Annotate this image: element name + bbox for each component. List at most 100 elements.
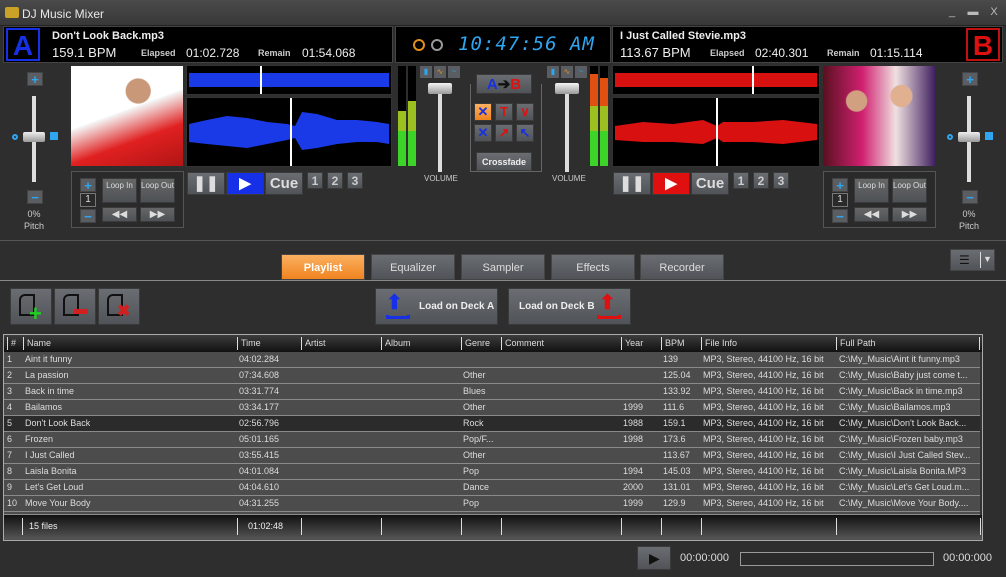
deck-a-overview-waveform[interactable] [186,65,392,95]
pitch-slider-handle[interactable] [23,132,45,142]
close-button[interactable]: X [986,5,1002,19]
load-deck-a-button[interactable]: ⬆ Load on Deck A [375,288,498,325]
eq-bars-icon[interactable]: ▮ [420,66,432,78]
crossfade-curve-arrow-up-icon[interactable]: ↗ [495,124,513,142]
load-deck-b-button[interactable]: Load on Deck B ⬆ [508,288,631,325]
pitch-slider-handle[interactable] [958,132,980,142]
table-row[interactable]: 5 Don't Look Back 02:56.796 Rock 1988 159.1 MP… [4,416,981,432]
loop-count-down-button[interactable]: − [832,209,848,224]
deck-b-hotcue-1[interactable]: 1 [733,172,749,189]
pitch-down-button[interactable]: − [27,190,43,205]
preview-play-button[interactable]: ▶ [637,546,671,570]
tab-recorder[interactable]: Recorder [640,254,724,280]
row-genre: Pop [463,466,480,476]
deck-b-zoom-waveform[interactable] [612,97,820,167]
deck-b-pause-button[interactable]: ❚❚ [613,172,651,195]
timer-icon[interactable] [413,39,425,51]
loop-out-button[interactable]: Loop Out [140,178,175,203]
sine-wave-icon[interactable]: ~ [575,66,587,78]
column-header-comment[interactable]: Comment [501,337,621,350]
crossfade-curve-t-icon[interactable]: T [495,103,513,121]
pitch-up-button[interactable]: + [27,72,43,87]
vertical-scrollbar[interactable] [980,352,982,515]
crossfade-button[interactable]: Crossfade [476,152,532,171]
loop-count-up-button[interactable]: + [832,178,848,193]
rewind-button[interactable]: ◀◀ [854,207,889,222]
loop-count-up-button[interactable]: + [80,178,96,193]
table-row[interactable]: 9 Let's Get Loud 04:04.610 Dance 2000 131.01 M… [4,480,981,496]
deck-a-hotcue-1[interactable]: 1 [307,172,323,189]
deck-a-play-button[interactable]: ▶ [226,172,264,195]
volume-slider-track[interactable] [565,86,569,172]
remove-file-button[interactable] [54,288,96,325]
column-header-artist[interactable]: Artist [301,337,381,350]
fast-forward-button[interactable]: ▶▶ [140,207,175,222]
column-header-bpm[interactable]: BPM [661,337,701,350]
loop-in-button[interactable]: Loop In [102,178,137,203]
table-row[interactable]: 8 Laisla Bonita 04:01.084 Pop 1994 145.03 MP3,… [4,464,981,480]
tab-equalizer[interactable]: Equalizer [371,254,455,280]
volume-slider-handle[interactable] [428,83,452,94]
row-file-info: MP3, Stereo, 44100 Hz, 16 bit [703,498,824,508]
column-header-name[interactable]: Name [23,337,237,350]
waveform-orange-icon[interactable]: ∿ [434,66,446,78]
tab-effects[interactable]: Effects [551,254,635,280]
eq-bars-icon[interactable]: ▮ [547,66,559,78]
preview-progress-bar[interactable] [740,552,934,566]
column-header-album[interactable]: Album [381,337,461,350]
volume-slider-track[interactable] [438,86,442,172]
table-row[interactable]: 6 Frozen 05:01.165 Pop/F... 1998 173.6 MP3, St… [4,432,981,448]
waveform-orange-icon[interactable]: ∿ [561,66,573,78]
column-header-full-path[interactable]: Full Path [836,337,980,350]
a-to-b-button[interactable]: A➔B [476,74,532,94]
row-file-info: MP3, Stereo, 44100 Hz, 16 bit [703,418,824,428]
pitch-down-button[interactable]: − [962,190,978,205]
tab-sampler[interactable]: Sampler [461,254,545,280]
table-row[interactable]: 2 La passion 07:34.608 Other 125.04 MP3, Ster… [4,368,981,384]
crossfade-curve-v-icon[interactable]: ∨ [516,103,534,121]
pitch-reset-icon[interactable] [12,134,18,140]
deck-b-hotcue-3[interactable]: 3 [773,172,789,189]
crossfade-curve-cross-icon[interactable]: ✕ [474,124,492,142]
tab-playlist[interactable]: Playlist [281,254,365,280]
deck-b-hotcue-2[interactable]: 2 [753,172,769,189]
column-header-file-info[interactable]: File Info [701,337,836,350]
clear-playlist-button[interactable]: ✖ [98,288,140,325]
table-row[interactable]: 1 Aint it funny 04:02.284 139 MP3, Stereo, 4… [4,352,981,368]
minimize-button[interactable]: _ [944,5,960,19]
pitch-up-button[interactable]: + [962,72,978,87]
column-header-genre[interactable]: Genre [461,337,501,350]
table-row[interactable]: 3 Back in time 03:31.774 Blues 133.92 MP3, St… [4,384,981,400]
deck-a-hotcue-2[interactable]: 2 [327,172,343,189]
deck-a-zoom-waveform[interactable] [186,97,392,167]
view-mode-button[interactable]: ☰ ▼ [950,249,995,271]
sine-wave-icon[interactable]: ~ [448,66,460,78]
add-file-button[interactable]: + [10,288,52,326]
deck-a-hotcue-3[interactable]: 3 [347,172,363,189]
loop-count-down-button[interactable]: − [80,209,96,224]
deck-a-pause-button[interactable]: ❚❚ [187,172,225,195]
pitch-lock-icon[interactable] [50,132,58,140]
volume-slider-handle[interactable] [555,83,579,94]
deck-b-overview-waveform[interactable] [612,65,820,95]
loop-out-button[interactable]: Loop Out [892,178,927,203]
column-header-year[interactable]: Year [621,337,661,350]
table-row[interactable]: 10 Move Your Body 04:31.255 Pop 1999 129.9 MP3… [4,496,981,512]
crossfade-curve-x-icon[interactable]: ✕ [474,103,492,121]
alarm-icon[interactable] [431,39,443,51]
loop-in-button[interactable]: Loop In [854,178,889,203]
maximize-button[interactable]: ▬ [965,5,981,19]
deck-b-play-button[interactable]: ▶ [652,172,690,195]
deck-a-cue-button[interactable]: Cue [265,172,303,195]
pitch-reset-icon[interactable] [947,134,953,140]
pitch-lock-icon[interactable] [985,132,993,140]
crossfade-curve-arrow-back-icon[interactable]: ↖ [516,124,534,142]
column-header-time[interactable]: Time [237,337,301,350]
column-header-number[interactable]: # [7,337,21,350]
table-row[interactable]: 4 Bailamos 03:34.177 Other 1999 111.6 MP3, Ste… [4,400,981,416]
table-row[interactable]: 7 I Just Called 03:55.415 Other 113.67 MP3, S… [4,448,981,464]
rewind-button[interactable]: ◀◀ [102,207,137,222]
fast-forward-button[interactable]: ▶▶ [892,207,927,222]
deck-b-cue-button[interactable]: Cue [691,172,729,195]
loop-count: 1 [80,193,96,207]
